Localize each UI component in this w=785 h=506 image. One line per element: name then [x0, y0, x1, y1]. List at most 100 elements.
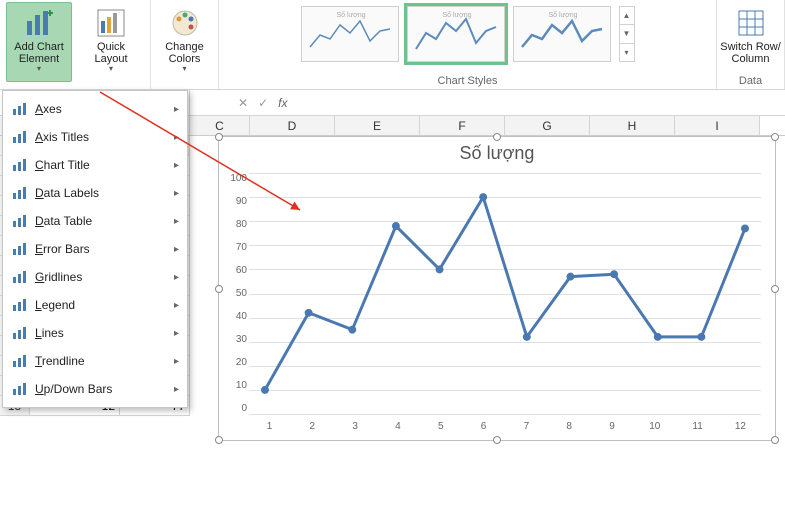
chart-style-more[interactable]: ▲ ▼ ▾ [619, 6, 635, 62]
column-header-h[interactable]: H [590, 116, 675, 135]
change-colors-button[interactable]: Change Colors ▾ [152, 2, 218, 82]
change-colors-label: Change Colors [155, 41, 215, 65]
x-tick-label: 3 [335, 421, 376, 432]
insert-function-button[interactable]: fx [278, 96, 287, 110]
y-tick-label: 50 [223, 288, 247, 299]
submenu-arrow-icon: ▸ [174, 300, 179, 311]
x-tick-label: 10 [634, 421, 675, 432]
column-header-e[interactable]: E [335, 116, 420, 135]
enter-formula-button[interactable]: ✓ [258, 96, 268, 110]
chart-style-3[interactable]: Số lượng [513, 6, 611, 62]
y-tick-label: 60 [223, 265, 247, 276]
x-axis: 123456789101112 [249, 421, 761, 432]
menu-item-trendline[interactable]: Trendline▸ [3, 347, 187, 375]
menu-item-lines[interactable]: Lines▸ [3, 319, 187, 347]
chart-style-1[interactable]: Số lượng [301, 6, 399, 62]
gridline [249, 414, 761, 415]
svg-text:Số lượng: Số lượng [548, 10, 577, 19]
column-header-f[interactable]: F [420, 116, 505, 135]
chart-style-2[interactable]: Số lượng [407, 6, 505, 62]
menu-item-up-down-bars[interactable]: Up/Down Bars▸ [3, 375, 187, 403]
chevron-down-icon: ▾ [182, 65, 186, 74]
scroll-down-icon[interactable]: ▼ [620, 25, 634, 43]
y-tick-label: 100 [223, 173, 247, 184]
switch-row-column-button[interactable]: Switch Row/ Column [714, 2, 785, 75]
menu-item-label: Axes [35, 102, 166, 116]
x-tick-label: 11 [677, 421, 718, 432]
chart-style-gallery: Số lượng Số lượng Số lượng ▲ ▼ ▾ [297, 2, 639, 66]
axes-icon [11, 101, 27, 117]
menu-item-label: Legend [35, 298, 166, 312]
chart-title[interactable]: Số lượng [219, 137, 775, 164]
resize-handle-e[interactable] [771, 285, 779, 293]
ribbon-group-colors: Change Colors ▾ [151, 0, 219, 89]
submenu-arrow-icon: ▸ [174, 160, 179, 171]
ribbon-group-layouts: Add Chart Element ▾ Quick Layout ▾ [0, 0, 151, 89]
resize-handle-s[interactable] [493, 436, 501, 444]
submenu-arrow-icon: ▸ [174, 132, 179, 143]
y-tick-label: 40 [223, 311, 247, 322]
menu-item-label: Error Bars [35, 242, 166, 256]
y-tick-label: 80 [223, 219, 247, 230]
menu-item-data-table[interactable]: Data Table▸ [3, 207, 187, 235]
resize-handle-n[interactable] [493, 133, 501, 141]
resize-handle-se[interactable] [771, 436, 779, 444]
quick-layout-icon [95, 7, 127, 39]
add-chart-element-label: Add Chart Element [9, 41, 69, 65]
menu-item-label: Trendline [35, 354, 166, 368]
quick-layout-button[interactable]: Quick Layout ▾ [78, 2, 144, 82]
column-header-d[interactable]: D [250, 116, 335, 135]
trendline-icon [11, 353, 27, 369]
chart-plot-area[interactable]: 1009080706050403020100 123456789101112 [249, 173, 761, 414]
resize-handle-w[interactable] [215, 285, 223, 293]
x-tick-label: 5 [420, 421, 461, 432]
menu-item-axes[interactable]: Axes ▸ [3, 95, 187, 123]
legend-icon [11, 297, 27, 313]
datalabels-icon [11, 185, 27, 201]
column-header-i[interactable]: I [675, 116, 760, 135]
embedded-chart[interactable]: Số lượng 1009080706050403020100 12345678… [218, 136, 776, 441]
quick-layout-label: Quick Layout [81, 41, 141, 65]
menu-item-chart-title[interactable]: Chart Title▸ [3, 151, 187, 179]
menu-item-label: Gridlines [35, 270, 166, 284]
y-tick-label: 0 [223, 403, 247, 414]
svg-text:Số lượng: Số lượng [336, 10, 365, 19]
chart-line-series [249, 173, 761, 414]
menu-item-label: Up/Down Bars [35, 382, 166, 396]
submenu-arrow-icon: ▸ [174, 272, 179, 283]
menu-item-data-labels[interactable]: Data Labels▸ [3, 179, 187, 207]
submenu-arrow-icon: ▸ [174, 244, 179, 255]
switch-row-column-label: Switch Row/ Column [717, 41, 785, 65]
scroll-up-icon[interactable]: ▲ [620, 7, 634, 25]
more-icon[interactable]: ▾ [620, 44, 634, 61]
ribbon: Add Chart Element ▾ Quick Layout ▾ Chang… [0, 0, 785, 90]
svg-text:Số lượng: Số lượng [442, 10, 471, 19]
y-tick-label: 90 [223, 196, 247, 207]
menu-item-gridlines[interactable]: Gridlines ▸ [3, 263, 187, 291]
menu-item-label: Axis Titles [35, 130, 166, 144]
submenu-arrow-icon: ▸ [174, 328, 179, 339]
resize-handle-nw[interactable] [215, 133, 223, 141]
charttitle-icon [11, 157, 27, 173]
add-chart-element-button[interactable]: Add Chart Element ▾ [6, 2, 72, 82]
submenu-arrow-icon: ▸ [174, 104, 179, 115]
palette-icon [169, 7, 201, 39]
cancel-formula-button[interactable]: ✕ [238, 96, 248, 110]
data-group-label: Data [739, 75, 762, 89]
chevron-down-icon: ▾ [109, 65, 113, 74]
x-tick-label: 4 [377, 421, 418, 432]
menu-item-legend[interactable]: Legend ▸ [3, 291, 187, 319]
resize-handle-sw[interactable] [215, 436, 223, 444]
menu-item-axis-titles[interactable]: Axis Titles ▸ [3, 123, 187, 151]
x-tick-label: 2 [292, 421, 333, 432]
x-tick-label: 12 [720, 421, 761, 432]
column-header-g[interactable]: G [505, 116, 590, 135]
y-tick-label: 20 [223, 357, 247, 368]
resize-handle-ne[interactable] [771, 133, 779, 141]
y-tick-label: 30 [223, 334, 247, 345]
menu-item-error-bars[interactable]: Error Bars ▸ [3, 235, 187, 263]
submenu-arrow-icon: ▸ [174, 216, 179, 227]
chart-styles-group-label: Chart Styles [438, 75, 498, 89]
x-tick-label: 6 [463, 421, 504, 432]
errorbars-icon [11, 241, 27, 257]
